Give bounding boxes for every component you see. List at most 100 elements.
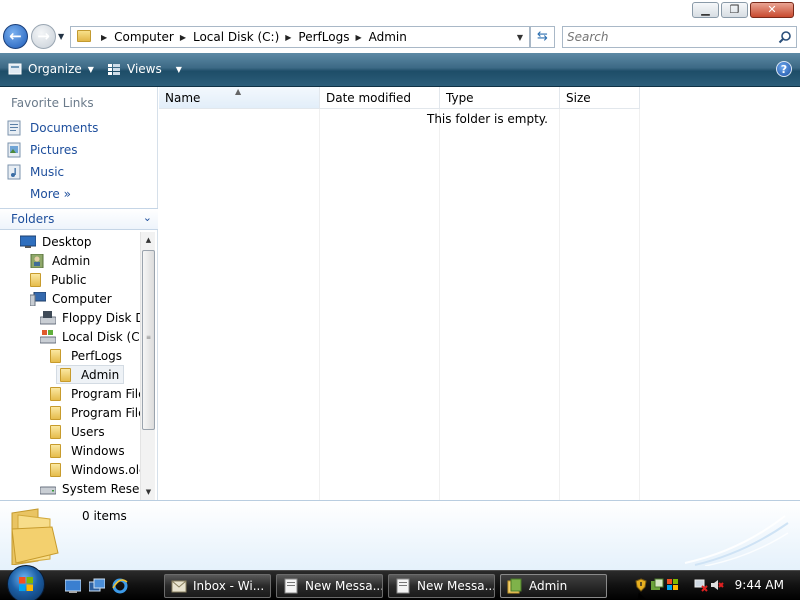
clock[interactable]: 9:44 AM [735, 578, 784, 592]
favorite-link-label: Music [30, 165, 65, 179]
tree-item-windows-old[interactable]: Windows.olc [50, 460, 140, 479]
chevron-right-icon[interactable]: ▶ [355, 33, 361, 42]
windows-logo-icon [19, 577, 33, 591]
favorite-link-pictures[interactable]: Pictures [7, 141, 78, 159]
back-button[interactable]: ← [3, 24, 28, 49]
chevron-down-icon: ⌄ [142, 211, 152, 224]
favorite-link-more[interactable]: More » [30, 185, 71, 203]
breadcrumb-computer[interactable]: Computer [114, 30, 174, 44]
folder-tree-scrollbar[interactable]: ▲ ≡ ▼ [140, 232, 155, 500]
breadcrumb-perflogs[interactable]: PerfLogs [298, 30, 349, 44]
folder-icon [507, 578, 522, 594]
folder-tree: Desktop Admin Public Computer Floppy Dis… [0, 232, 140, 500]
tree-item-users[interactable]: Users [50, 422, 105, 441]
tree-item-label: Floppy Disk Dr [62, 310, 140, 325]
folder-icon [50, 405, 61, 420]
tree-item-computer[interactable]: Computer [30, 289, 112, 308]
chevron-right-icon[interactable]: ▶ [180, 33, 186, 42]
scroll-down-icon[interactable]: ▼ [141, 484, 156, 500]
chevron-right-icon[interactable]: ▶ [101, 33, 107, 42]
column-header-size[interactable]: Size [560, 87, 640, 109]
column-header-name[interactable]: ▲ Name [159, 87, 320, 109]
pictures-icon [7, 142, 21, 158]
tree-item-label: Windows.olc [71, 462, 140, 477]
column-divider [439, 109, 440, 500]
tree-item-desktop[interactable]: Desktop [20, 232, 92, 251]
folder-icon [60, 367, 71, 382]
tree-item-admin-selected[interactable]: Admin [56, 365, 125, 384]
navigation-pane: Favorite Links Documents Pictures Music … [0, 87, 158, 500]
scrollbar-thumb[interactable]: ≡ [142, 250, 155, 430]
title-bar: ▁ ❐ ✕ [0, 0, 800, 20]
breadcrumb-local-disk[interactable]: Local Disk (C:) [193, 30, 279, 44]
flag-icon[interactable] [666, 578, 680, 592]
favorite-link-music[interactable]: Music [7, 163, 64, 181]
column-header-type[interactable]: Type [440, 87, 560, 109]
help-icon[interactable]: ? [776, 61, 792, 77]
tree-item-perflogs[interactable]: PerfLogs [50, 346, 122, 365]
minimize-button[interactable]: ▁ [692, 2, 719, 18]
maximize-button[interactable]: ❐ [721, 2, 748, 18]
favorite-link-label: Pictures [30, 143, 78, 157]
local-disk-icon [40, 329, 56, 343]
internet-explorer-icon[interactable] [112, 578, 128, 594]
tree-item-admin-user[interactable]: Admin [30, 251, 90, 270]
switch-windows-icon[interactable] [89, 578, 105, 594]
tree-item-windows[interactable]: Windows [50, 441, 125, 460]
search-box [562, 26, 797, 48]
chevron-right-icon[interactable]: ▶ [285, 33, 291, 42]
folder-icon [50, 386, 61, 401]
sort-ascending-icon: ▲ [235, 87, 242, 96]
tree-item-label: Admin [81, 367, 120, 382]
drive-icon [40, 486, 56, 494]
search-icon[interactable] [778, 30, 792, 44]
scroll-up-icon[interactable]: ▲ [141, 232, 156, 248]
search-input[interactable] [563, 27, 763, 47]
favorite-links-heading: Favorite Links [11, 96, 94, 110]
tree-item-label: Public [51, 272, 87, 287]
file-list[interactable]: ▲ Name Date modified Type Size This fold… [159, 87, 800, 500]
tree-item-label: System Reserv [62, 481, 140, 496]
breadcrumb-admin[interactable]: Admin [369, 30, 407, 44]
column-header-date-modified[interactable]: Date modified [320, 87, 440, 109]
mail-icon [171, 580, 187, 593]
views-button[interactable]: Views ▼ [107, 62, 182, 76]
security-shield-icon[interactable] [634, 578, 648, 592]
desktop-icon [20, 235, 36, 248]
taskbar-button-inbox[interactable]: Inbox - Wi... [164, 574, 271, 598]
tree-item-system-reserved[interactable]: System Reserv [40, 479, 140, 498]
favorite-link-documents[interactable]: Documents [7, 119, 98, 137]
tree-item-label: Windows [71, 443, 125, 458]
taskbar-button-label: Admin [529, 579, 568, 593]
tree-item-local-disk[interactable]: Local Disk (C:) [40, 327, 140, 346]
folders-header[interactable]: Folders ⌄ [0, 208, 158, 230]
address-dropdown-icon[interactable]: ▼ [517, 33, 523, 42]
taskbar: Inbox - Wi... New Messa... New Messa... … [0, 565, 800, 600]
empty-folder-message: This folder is empty. [427, 112, 548, 126]
start-button[interactable] [7, 565, 45, 600]
decorative-swoosh [684, 515, 789, 566]
tree-item-program-files[interactable]: Program File [50, 384, 140, 403]
taskbar-button-new-message-1[interactable]: New Messa... [276, 574, 383, 598]
network-disconnected-icon[interactable] [694, 578, 708, 592]
forward-button[interactable]: → [31, 24, 56, 49]
close-button[interactable]: ✕ [750, 2, 794, 18]
defender-icon[interactable] [650, 578, 664, 592]
address-bar[interactable]: ▶ Computer ▶ Local Disk (C:) ▶ PerfLogs … [70, 26, 530, 48]
tree-item-program-files-x86[interactable]: Program File [50, 403, 140, 422]
window-controls: ▁ ❐ ✕ [690, 2, 794, 18]
tree-item-floppy-drive[interactable]: Floppy Disk Dr [40, 308, 140, 327]
recent-pages-button[interactable]: ▼ [58, 32, 64, 41]
taskbar-button-admin[interactable]: Admin [500, 574, 607, 598]
show-desktop-icon[interactable] [65, 578, 81, 594]
message-icon [284, 578, 298, 594]
refresh-button[interactable]: ⇆ [530, 26, 555, 48]
system-tray: 9:44 AM [628, 571, 800, 600]
organize-button[interactable]: Organize ▼ [8, 62, 94, 76]
volume-muted-icon[interactable] [710, 578, 724, 592]
tree-item-label: Desktop [42, 234, 92, 249]
tree-item-public[interactable]: Public [30, 270, 87, 289]
command-bar: Organize ▼ Views ▼ ? [0, 53, 800, 87]
taskbar-button-new-message-2[interactable]: New Messa... [388, 574, 495, 598]
folder-icon [11, 508, 59, 565]
